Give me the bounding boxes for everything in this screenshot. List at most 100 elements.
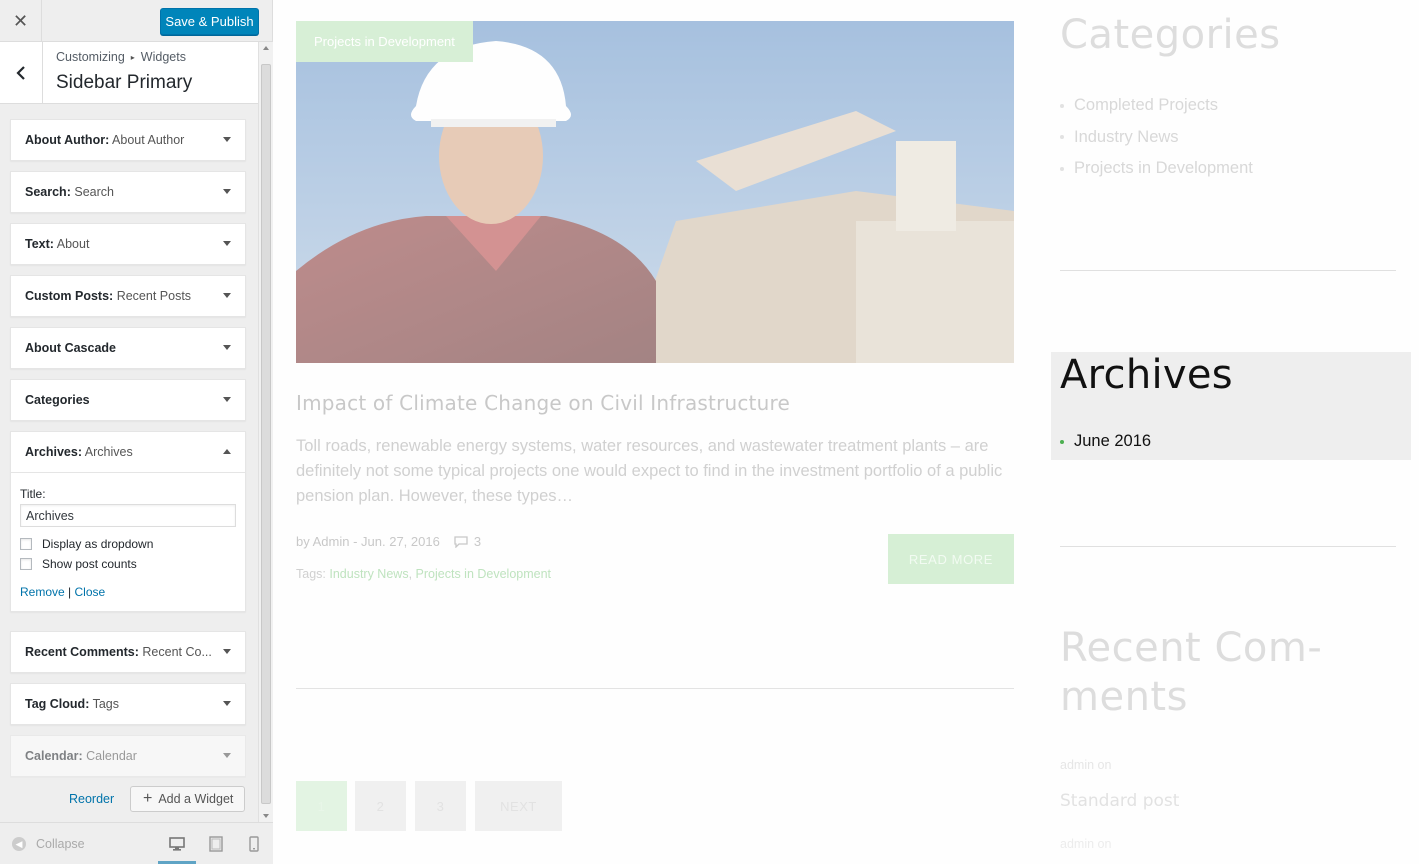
breadcrumb: Customizing ▸ Widgets (56, 50, 186, 64)
widget-archives[interactable]: Archives: Archives Title: Display as dro… (10, 431, 246, 612)
tag-link[interactable]: Industry News (329, 567, 408, 581)
expand-arrow-icon[interactable] (223, 293, 231, 298)
dropdown-option: Display as dropdown (20, 537, 236, 551)
read-more-button[interactable]: READ MORE (888, 534, 1014, 584)
comment-count[interactable]: 3 (454, 534, 481, 549)
category-link[interactable]: Industry News (1074, 128, 1179, 147)
post-featured-image[interactable] (296, 21, 1014, 363)
close-icon[interactable]: ✕ (0, 0, 42, 42)
recent-comments-title: Recent Com-ments (1060, 625, 1323, 720)
widget-title: Categories (25, 393, 90, 407)
customizer-header: ✕ Save & Publish (0, 0, 272, 42)
scrollbar-thumb[interactable] (261, 64, 271, 804)
add-widget-button[interactable]: + Add a Widget (130, 786, 245, 812)
divider (1060, 546, 1396, 547)
category-link[interactable]: Completed Projects (1074, 96, 1218, 115)
widget-list: About Author: About Author Search: Searc… (0, 104, 258, 824)
pagination-page-3[interactable]: 3 (415, 781, 466, 831)
mobile-preview-icon[interactable] (245, 835, 263, 853)
expand-arrow-icon[interactable] (223, 189, 231, 194)
widget-title: Text: About (25, 237, 90, 251)
comment-author: admin on (1060, 837, 1112, 851)
categories-list: Completed Projects Industry News Project… (1060, 90, 1253, 185)
counts-label: Show post counts (42, 557, 137, 571)
customizer-panel: ✕ Save & Publish Customizing ▸ Widgets S… (0, 0, 273, 864)
expand-arrow-icon[interactable] (223, 649, 231, 654)
widget-form: Title: Display as dropdown Show post cou… (11, 472, 245, 611)
widget-custom-posts[interactable]: Custom Posts: Recent Posts (10, 275, 246, 317)
breadcrumb-separator-icon: ▸ (130, 52, 135, 62)
expand-arrow-icon[interactable] (223, 397, 231, 402)
pagination-next[interactable]: NEXT (475, 781, 562, 831)
collapse-arrow-icon[interactable] (223, 449, 231, 454)
widget-title: Custom Posts: Recent Posts (25, 289, 192, 303)
post-excerpt: Toll roads, renewable energy systems, wa… (296, 437, 1003, 505)
widget-title: Calendar: Calendar (25, 749, 137, 763)
post-category-tag[interactable]: Projects in Development (296, 21, 473, 62)
back-arrow-icon[interactable] (0, 42, 43, 103)
scroll-down-icon[interactable] (263, 814, 269, 818)
bullet (1060, 103, 1064, 108)
widget-about-author[interactable]: About Author: About Author (10, 119, 246, 161)
category-link[interactable]: Projects in Development (1074, 159, 1253, 178)
dropdown-checkbox[interactable] (20, 538, 32, 550)
archive-item[interactable]: June 2016 (1060, 432, 1151, 451)
archive-link[interactable]: June 2016 (1074, 432, 1151, 451)
remove-link[interactable]: Remove (20, 585, 65, 599)
expand-arrow-icon[interactable] (223, 345, 231, 350)
expand-arrow-icon[interactable] (223, 137, 231, 142)
widget-title: Tag Cloud: Tags (25, 697, 120, 711)
collapse-icon: ◀ (12, 837, 26, 851)
bullet (1060, 166, 1064, 171)
comment-post-link[interactable]: Standard post (1060, 791, 1179, 811)
widget-search[interactable]: Search: Search (10, 171, 246, 213)
scroll-up-icon[interactable] (263, 46, 269, 50)
widget-calendar[interactable]: Calendar: Calendar (10, 735, 246, 777)
widget-text[interactable]: Text: About (10, 223, 246, 265)
widget-about-cascade[interactable]: About Cascade (10, 327, 246, 369)
post-tags: Tags: Industry News, Projects in Develop… (296, 567, 551, 581)
category-item[interactable]: Industry News (1060, 122, 1253, 154)
widget-actions: Reorder + Add a Widget (0, 786, 258, 816)
add-widget-label: Add a Widget (158, 792, 234, 806)
section-title: Sidebar Primary (56, 72, 193, 93)
category-item[interactable]: Projects in Development (1060, 153, 1253, 185)
categories-title: Categories (1060, 12, 1281, 58)
dropdown-label: Display as dropdown (42, 537, 154, 551)
comment-author: admin on (1060, 758, 1112, 772)
tags-label: Tags: (296, 567, 326, 581)
title-input[interactable] (20, 504, 236, 527)
expand-arrow-icon[interactable] (223, 241, 231, 246)
pagination-page-2[interactable]: 2 (355, 781, 406, 831)
archives-title: Archives (1060, 352, 1233, 398)
tag-link[interactable]: Projects in Development (416, 567, 551, 581)
widget-recent-comments[interactable]: Recent Comments: Recent Co... (10, 631, 246, 673)
archives-widget-highlight: Archives June 2016 (1051, 352, 1411, 460)
post-title[interactable]: Impact of Climate Change on Civil Infras… (296, 391, 790, 415)
widget-title: Search: Search (25, 185, 114, 199)
breadcrumb-item: Customizing (56, 50, 125, 64)
bullet (1060, 135, 1064, 140)
collapse-label: Collapse (36, 837, 85, 851)
expand-arrow-icon[interactable] (223, 701, 231, 706)
scrollbar[interactable] (258, 42, 273, 822)
category-item[interactable]: Completed Projects (1060, 90, 1253, 122)
widget-control-links: Remove | Close (20, 585, 236, 599)
widget-title: Recent Comments: Recent Co... (25, 645, 212, 659)
reorder-link[interactable]: Reorder (69, 792, 114, 806)
widget-title: About Author: About Author (25, 133, 185, 147)
pagination-page-1[interactable]: 1 (296, 781, 347, 831)
desktop-preview-icon[interactable] (168, 835, 186, 853)
widget-tag-cloud[interactable]: Tag Cloud: Tags (10, 683, 246, 725)
counts-checkbox[interactable] (20, 558, 32, 570)
expand-arrow-icon[interactable] (223, 753, 231, 758)
tablet-preview-icon[interactable] (207, 835, 225, 853)
save-publish-button[interactable]: Save & Publish (160, 8, 259, 35)
close-link[interactable]: Close (75, 585, 106, 599)
divider (1060, 270, 1396, 271)
plus-icon: + (143, 790, 153, 807)
comment-icon (454, 535, 468, 548)
widget-categories[interactable]: Categories (10, 379, 246, 421)
counts-option: Show post counts (20, 557, 236, 571)
collapse-button[interactable]: ◀ Collapse (12, 837, 85, 851)
